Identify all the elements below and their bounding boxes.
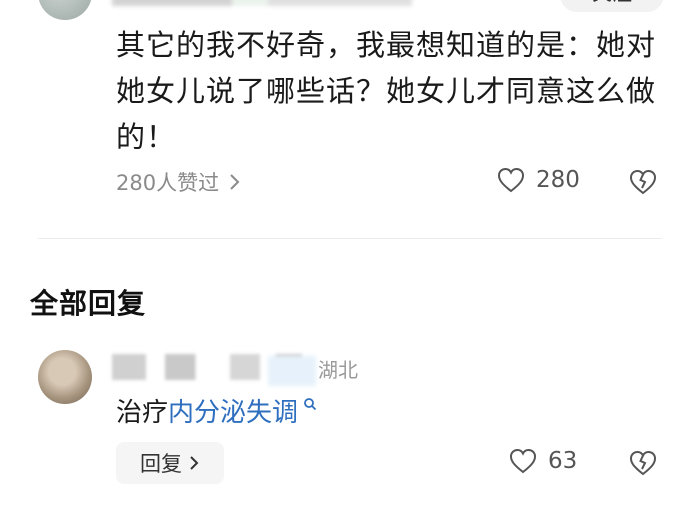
- magnifier-icon[interactable]: [298, 396, 317, 415]
- broken-heart-icon: [628, 168, 658, 196]
- search-link[interactable]: 内分泌失调: [168, 398, 298, 428]
- follow-button[interactable]: 关注: [560, 0, 664, 12]
- reply-button[interactable]: 回复: [116, 442, 224, 484]
- reply-text: 治疗内分泌失调: [116, 392, 317, 429]
- heart-icon: [508, 447, 538, 475]
- top-comment-dislike-button[interactable]: [628, 168, 658, 196]
- reply-location: 湖北: [318, 358, 358, 382]
- top-comment-avatar[interactable]: [38, 0, 92, 20]
- reply-button-label: 回复: [140, 452, 182, 476]
- liked-by-link[interactable]: 280人赞过: [116, 167, 241, 197]
- top-comment-username-blurred: [112, 0, 412, 6]
- top-comment-like-count: 280: [536, 167, 580, 193]
- chevron-right-icon: [227, 172, 241, 192]
- reply-like-count: 63: [548, 448, 578, 474]
- chevron-right-icon: [188, 454, 200, 472]
- reply-badge-blurred: [268, 356, 316, 386]
- liked-by-text: 280人赞过: [116, 171, 220, 195]
- reply-text-prefix: 治疗: [116, 398, 169, 428]
- reply-avatar[interactable]: [38, 350, 92, 404]
- section-title: 全部回复: [30, 287, 147, 320]
- heart-icon: [496, 166, 526, 194]
- top-comment-text: 其它的我不好奇，我最想知道的是：她对她女儿说了哪些话？她女儿才同意这么做的！: [116, 28, 657, 154]
- top-comment-like-button[interactable]: 280: [496, 166, 580, 194]
- divider: [38, 238, 662, 239]
- broken-heart-icon: [628, 449, 658, 477]
- reply-like-button[interactable]: 63: [508, 447, 577, 475]
- reply-dislike-button[interactable]: [628, 449, 658, 477]
